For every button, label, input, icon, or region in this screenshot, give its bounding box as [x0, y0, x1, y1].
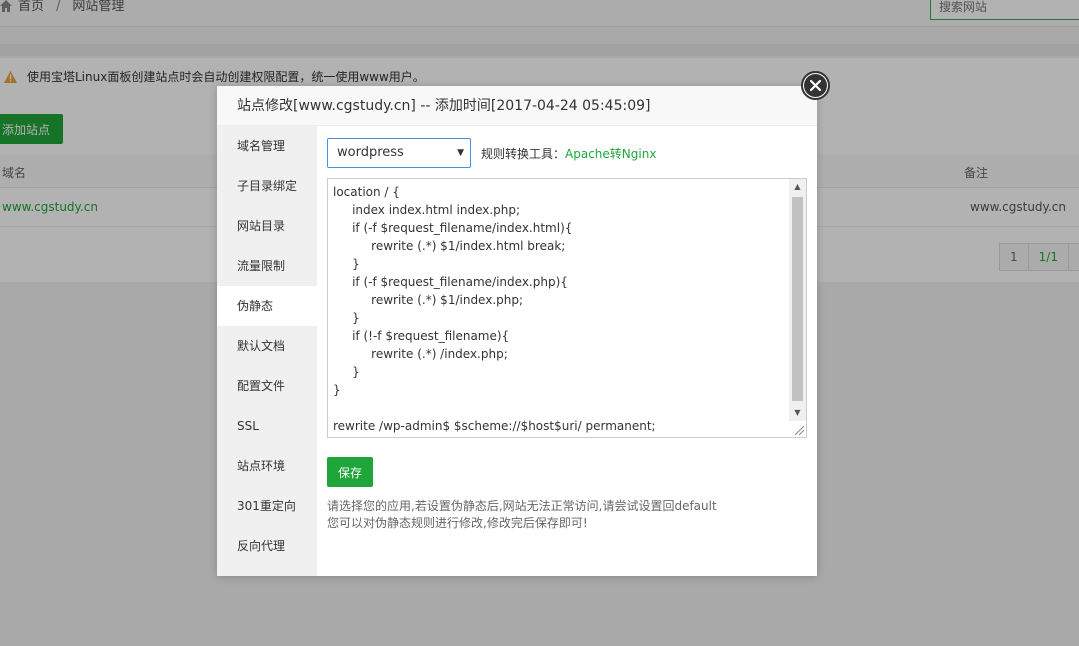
scroll-up-icon[interactable]: ▲	[789, 179, 806, 195]
sidebar-item-traffic[interactable]: 流量限制	[217, 246, 317, 286]
convert-tool-label: 规则转换工具：	[481, 147, 566, 161]
close-icon	[809, 79, 822, 92]
modal-sidebar: 域名管理 子目录绑定 网站目录 流量限制 伪静态 默认文档 配置文件 SSL 站…	[217, 126, 317, 576]
tip-line-2: 您可以对伪静态规则进行修改,修改完后保存即可!	[327, 516, 588, 530]
selected-rule: wordpress	[337, 145, 404, 160]
rewrite-rules-editor[interactable]: location / { index index.html index.php;…	[327, 178, 807, 438]
rewrite-tips: 请选择您的应用,若设置伪静态后,网站无法正常访问,请尝试设置回default 您…	[327, 498, 717, 532]
convert-tool: 规则转换工具：Apache转Nginx	[481, 145, 656, 162]
close-button[interactable]	[801, 71, 830, 100]
sidebar-item-config[interactable]: 配置文件	[217, 366, 317, 406]
editor-scrollbar[interactable]: ▲ ▼	[789, 179, 806, 421]
sidebar-item-proxy[interactable]: 反向代理	[217, 526, 317, 566]
chevron-down-icon: ▼	[457, 148, 464, 158]
sidebar-item-default-doc[interactable]: 默认文档	[217, 326, 317, 366]
sidebar-item-subdir[interactable]: 子目录绑定	[217, 166, 317, 206]
apache-to-nginx-link[interactable]: Apache转Nginx	[565, 147, 656, 161]
sidebar-item-redirect[interactable]: 301重定向	[217, 486, 317, 526]
modal-title: 站点修改[www.cgstudy.cn] -- 添加时间[2017-04-24 …	[217, 86, 817, 126]
sidebar-item-rewrite[interactable]: 伪静态	[217, 286, 317, 326]
rewrite-rule-select[interactable]: wordpress ▼	[327, 138, 471, 168]
sidebar-item-site-dir[interactable]: 网站目录	[217, 206, 317, 246]
scrollbar-thumb[interactable]	[792, 197, 803, 401]
rewrite-panel: wordpress ▼ 规则转换工具：Apache转Nginx location…	[317, 126, 817, 576]
sidebar-item-ssl[interactable]: SSL	[217, 406, 317, 446]
tip-line-1: 请选择您的应用,若设置伪静态后,网站无法正常访问,请尝试设置回default	[327, 499, 717, 513]
save-button[interactable]: 保存	[327, 457, 373, 487]
sidebar-item-php-env[interactable]: 站点环境	[217, 446, 317, 486]
rewrite-rules-text[interactable]: location / { index index.html index.php;…	[333, 183, 656, 435]
scroll-down-icon[interactable]: ▼	[789, 405, 806, 421]
sidebar-item-domain[interactable]: 域名管理	[217, 126, 317, 166]
resize-grip-icon[interactable]	[791, 422, 805, 436]
site-edit-modal: 站点修改[www.cgstudy.cn] -- 添加时间[2017-04-24 …	[217, 86, 817, 576]
